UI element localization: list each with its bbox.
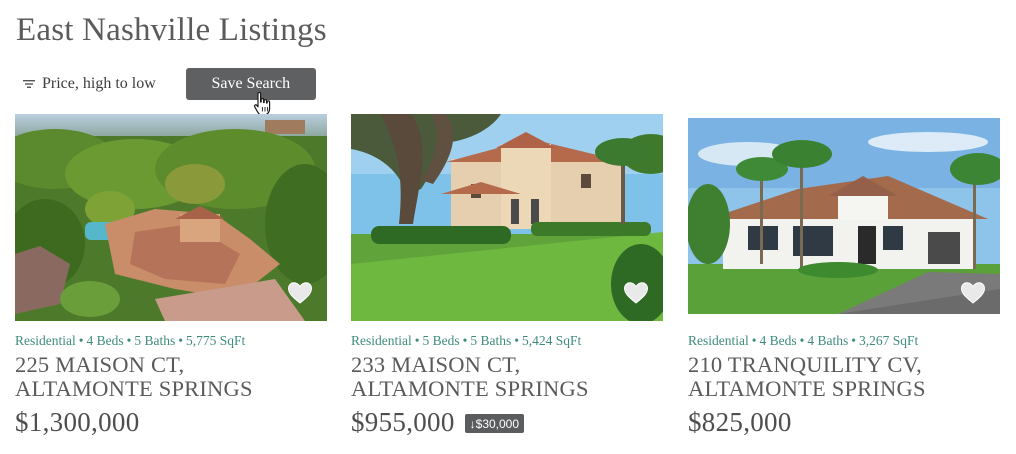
meta-separator: •	[799, 333, 805, 348]
listing-card[interactable]: Residential • 4 Beds • 5 Baths • 5,775 SqFt 22…	[15, 114, 327, 438]
listing-meta: Residential • 4 Beds • 5 Baths • 5,775 SqFt	[15, 333, 327, 349]
page-title: East Nashville Listings	[16, 12, 327, 48]
meta-separator: •	[414, 333, 420, 348]
address-line-2: ALTAMONTE SPRINGS	[351, 376, 589, 401]
property-type: Residential	[15, 333, 76, 348]
property-type: Residential	[351, 333, 412, 348]
meta-separator: •	[178, 333, 183, 348]
address-line-1: 233 MAISON CT,	[351, 352, 521, 377]
sort-dropdown[interactable]: Price, high to low	[16, 75, 156, 93]
meta-separator: •	[751, 333, 757, 348]
listing-address[interactable]: 225 MAISON CT, ALTAMONTE SPRINGS	[15, 353, 327, 401]
listing-price: $825,000	[688, 407, 792, 437]
baths-count: 5 Baths	[470, 333, 512, 348]
price-row: $825,000	[688, 407, 1000, 438]
price-row: $955,000 ↓$30,000	[351, 407, 663, 438]
filter-lines-icon	[23, 80, 35, 88]
aerial-mansion-photo	[15, 114, 327, 321]
listing-price: $955,000	[351, 407, 455, 437]
price-drop-badge: ↓$30,000	[464, 414, 525, 433]
beds-count: 5 Beds	[422, 333, 460, 348]
listing-photo[interactable]	[351, 114, 663, 321]
listing-photo[interactable]	[15, 114, 327, 321]
listing-price: $1,300,000	[15, 407, 140, 437]
meta-separator: •	[514, 333, 519, 348]
heart-icon[interactable]	[960, 281, 986, 305]
beds-count: 4 Beds	[86, 333, 124, 348]
listing-card[interactable]: Residential • 4 Beds • 4 Baths • 3,267 SqFt 21…	[688, 114, 1000, 438]
square-footage: 5,424 SqFt	[521, 333, 582, 348]
address-line-1: 210 TRANQUILITY CV,	[688, 352, 923, 377]
address-line-2: ALTAMONTE SPRINGS	[688, 376, 926, 401]
listing-address[interactable]: 210 TRANQUILITY CV, ALTAMONTE SPRINGS	[688, 353, 1000, 401]
address-line-2: ALTAMONTE SPRINGS	[15, 376, 253, 401]
listing-card[interactable]: Residential • 5 Beds • 5 Baths • 5,424 SqFt 23…	[351, 114, 663, 438]
meta-separator: •	[851, 333, 856, 348]
save-search-button[interactable]: Save Search	[185, 68, 316, 100]
square-footage: 3,267 SqFt	[858, 333, 919, 348]
meta-separator: •	[462, 333, 468, 348]
toolbar: Price, high to low Save Search	[16, 68, 316, 100]
baths-count: 5 Baths	[134, 333, 176, 348]
listing-grid: Residential • 4 Beds • 5 Baths • 5,775 SqFt 22…	[15, 114, 1005, 444]
meta-separator: •	[78, 333, 84, 348]
square-footage: 5,775 SqFt	[185, 333, 246, 348]
property-type: Residential	[688, 333, 749, 348]
listing-meta: Residential • 5 Beds • 5 Baths • 5,424 SqFt	[351, 333, 663, 349]
heart-icon[interactable]	[287, 281, 313, 305]
listing-address[interactable]: 233 MAISON CT, ALTAMONTE SPRINGS	[351, 353, 663, 401]
listing-photo[interactable]	[688, 114, 1000, 321]
price-row: $1,300,000	[15, 407, 327, 438]
meta-separator: •	[126, 333, 132, 348]
baths-count: 4 Baths	[807, 333, 849, 348]
sort-label: Price, high to low	[42, 75, 156, 92]
modern-home-rendering-photo	[688, 114, 1000, 321]
listing-meta: Residential • 4 Beds • 4 Baths • 3,267 SqFt	[688, 333, 1000, 349]
villa-oak-tree-photo	[351, 114, 663, 321]
address-line-1: 225 MAISON CT,	[15, 352, 185, 377]
heart-icon[interactable]	[623, 281, 649, 305]
beds-count: 4 Beds	[759, 333, 797, 348]
